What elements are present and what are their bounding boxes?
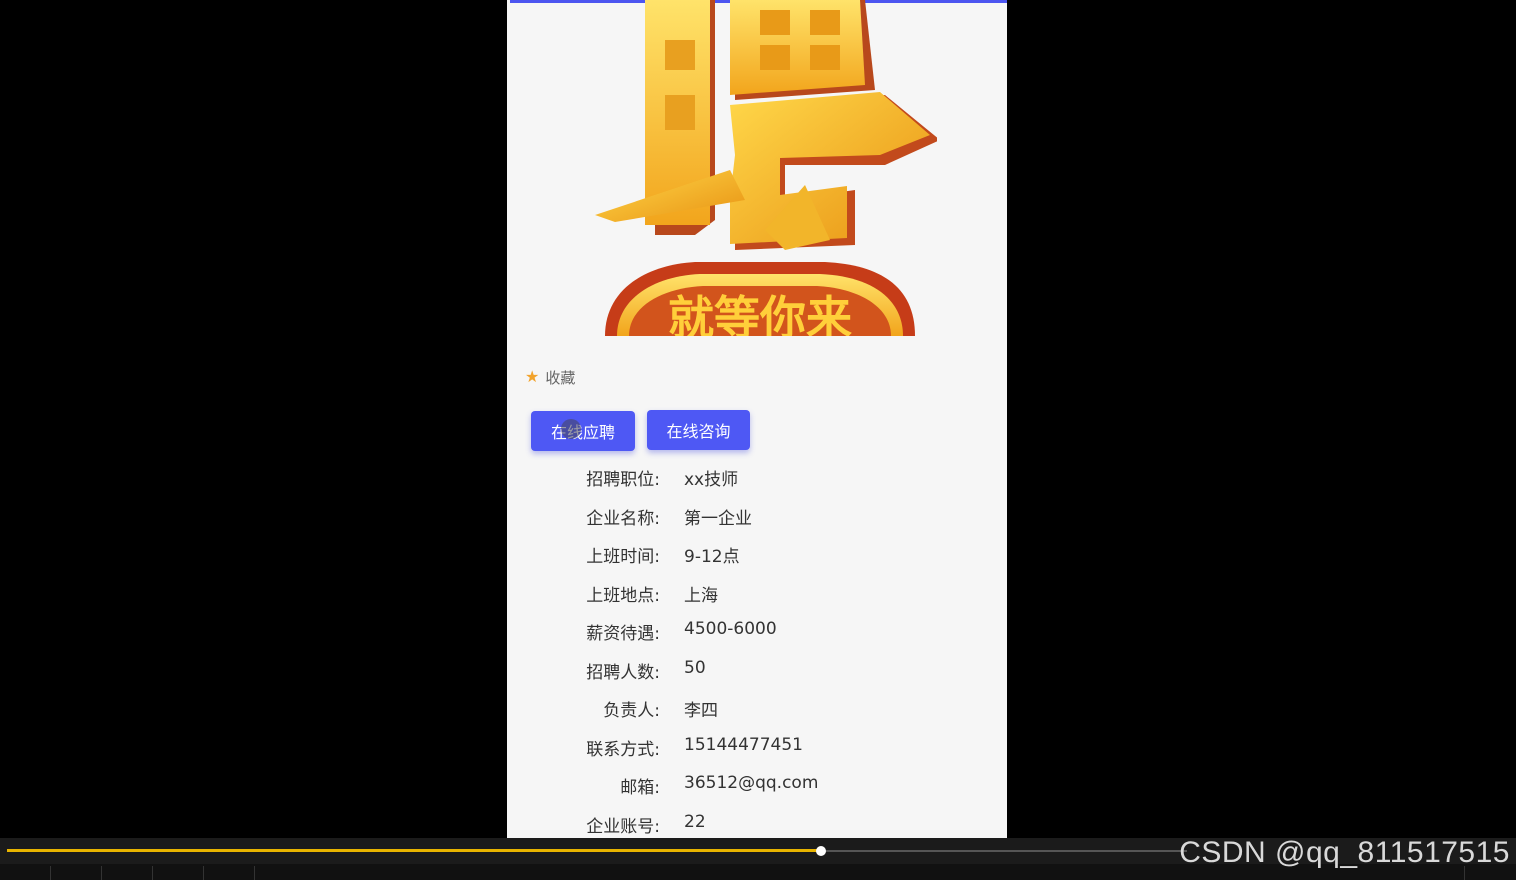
star-icon: ★ — [525, 367, 540, 386]
field-label: 上班时间: — [586, 547, 660, 567]
watermark: CSDN @qq_811517515 — [1179, 836, 1510, 869]
field-value: 50 — [684, 657, 706, 678]
apply-online-button[interactable]: 在线应聘 — [531, 411, 635, 451]
field-label: 薪资待遇: — [586, 624, 660, 644]
field-value: 22 — [684, 811, 706, 832]
field-label: 招聘职位: — [586, 470, 660, 490]
field-label: 上班地点: — [586, 585, 660, 606]
job-field-hours: 上班时间: 9-12点 — [507, 534, 1007, 572]
svg-text:就等你来: 就等你来 — [668, 291, 852, 336]
chapter-divider — [101, 866, 102, 880]
chapter-divider — [152, 866, 153, 880]
mouse-cursor-indicator — [561, 419, 581, 439]
job-field-salary: 薪资待遇: 4500-6000 — [507, 611, 1007, 649]
chapter-divider — [254, 866, 255, 880]
field-value: 第一企业 — [684, 508, 752, 529]
field-label: 招聘人数: — [586, 662, 660, 683]
field-label: 负责人: — [603, 701, 660, 721]
field-value: 9-12点 — [684, 547, 740, 567]
field-label: 企业账号: — [586, 816, 660, 837]
consult-online-button[interactable]: 在线咨询 — [647, 410, 750, 450]
phone-screen: 就等你来 ★ 收藏 在线应聘 在线咨询 招聘职位: xx技师 企业名称: 第一企… — [507, 0, 1007, 838]
field-label: 联系方式: — [586, 739, 660, 760]
job-field-phone: 联系方式: 15144477451 — [507, 727, 1007, 765]
job-field-headcount: 招聘人数: 50 — [507, 650, 1007, 688]
job-field-account: 企业账号: 22 — [507, 804, 1007, 839]
job-field-position: 招聘职位: xx技师 — [507, 457, 1007, 495]
field-value: 上海 — [684, 585, 718, 606]
chapter-divider — [203, 866, 204, 880]
favorite-toggle[interactable]: ★ 收藏 — [525, 366, 575, 388]
field-value: 15144477451 — [684, 734, 803, 755]
recruitment-banner-image: 就等你来 — [585, 0, 937, 336]
field-value: 4500-6000 — [684, 619, 777, 639]
job-field-company: 企业名称: 第一企业 — [507, 496, 1007, 534]
field-value: xx技师 — [684, 470, 739, 490]
field-label: 邮箱: — [620, 778, 660, 798]
progress-handle[interactable] — [816, 846, 826, 856]
field-value: 36512@qq.com — [684, 773, 819, 793]
progress-fill — [7, 849, 821, 852]
job-field-contact-person: 负责人: 李四 — [507, 688, 1007, 726]
job-field-location: 上班地点: 上海 — [507, 573, 1007, 611]
chapter-divider — [50, 866, 51, 880]
job-field-email: 邮箱: 36512@qq.com — [507, 765, 1007, 803]
field-value: 李四 — [684, 701, 718, 721]
favorite-label: 收藏 — [545, 368, 576, 387]
field-label: 企业名称: — [586, 508, 660, 529]
